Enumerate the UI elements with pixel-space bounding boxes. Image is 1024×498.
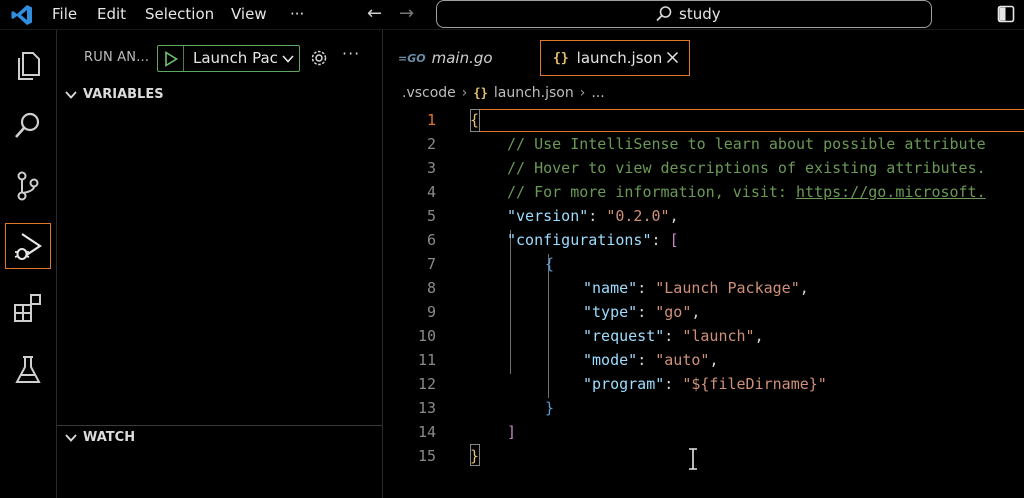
code-line: // For more information, visit: https://… bbox=[507, 183, 986, 201]
code-line: "type": "go", bbox=[583, 303, 701, 321]
search-text: study bbox=[679, 5, 721, 23]
search-icon bbox=[656, 6, 672, 22]
code-line: "program": "${fileDirname}" bbox=[583, 375, 827, 393]
editor-tabs: =GO main.go {} launch.json bbox=[384, 40, 1024, 76]
line-number: 8 bbox=[426, 279, 436, 297]
chevron-right-icon: › bbox=[461, 85, 468, 101]
run-and-debug-icon[interactable] bbox=[5, 223, 51, 269]
line-number: 12 bbox=[417, 375, 436, 393]
variables-section-header[interactable]: VARIABLES bbox=[65, 87, 164, 102]
line-number: 9 bbox=[426, 303, 436, 321]
tab-label: main.go bbox=[431, 49, 493, 67]
menu-file[interactable]: File bbox=[52, 5, 77, 23]
sidebar-title: RUN AN... bbox=[84, 50, 150, 65]
code-line: "mode": "auto", bbox=[583, 351, 719, 369]
chevron-right-icon: › bbox=[579, 85, 586, 101]
line-number: 14 bbox=[417, 423, 436, 441]
variables-label: VARIABLES bbox=[83, 87, 164, 102]
code-line: "configurations": [ bbox=[507, 231, 679, 249]
json-braces-icon: {} bbox=[473, 86, 488, 100]
chevron-down-icon bbox=[65, 90, 77, 99]
line-number: 15 bbox=[417, 447, 436, 465]
menu-view[interactable]: View bbox=[231, 5, 267, 23]
explorer-icon[interactable] bbox=[8, 45, 48, 85]
line-number: 10 bbox=[417, 327, 436, 345]
line-number: 11 bbox=[417, 351, 436, 369]
menu-selection[interactable]: Selection bbox=[145, 5, 214, 23]
section-divider bbox=[57, 425, 382, 426]
tab-main-go[interactable]: =GO main.go bbox=[392, 40, 532, 76]
start-debugging-icon[interactable] bbox=[164, 51, 178, 67]
line-number: 5 bbox=[426, 207, 436, 225]
title-bar: File Edit Selection View ··· ← → study bbox=[0, 0, 1024, 30]
code-link[interactable]: https://go.microsoft. bbox=[796, 183, 986, 201]
breadcrumb-tail[interactable]: ... bbox=[591, 85, 604, 101]
line-number: 2 bbox=[426, 135, 436, 153]
go-icon: =GO bbox=[398, 51, 426, 65]
menu-more[interactable]: ··· bbox=[290, 5, 304, 23]
search-view-icon[interactable] bbox=[8, 105, 48, 145]
source-control-icon[interactable] bbox=[8, 166, 48, 206]
current-line-highlight bbox=[470, 109, 1024, 132]
back-arrow-icon[interactable]: ← bbox=[367, 3, 382, 24]
breadcrumb: .vscode › {} launch.json ›... bbox=[402, 85, 605, 101]
line-number: 13 bbox=[417, 399, 436, 417]
command-center-search[interactable]: study bbox=[436, 0, 932, 28]
chevron-down-icon bbox=[282, 55, 294, 63]
tab-launch-json[interactable]: {} launch.json bbox=[540, 40, 690, 76]
more-actions-icon[interactable]: ··· bbox=[342, 44, 360, 63]
code-line: { bbox=[470, 111, 480, 129]
watch-section-header[interactable]: WATCH bbox=[65, 430, 135, 445]
code-line: // Hover to view descriptions of existin… bbox=[507, 159, 986, 177]
code-line: "version": "0.2.0", bbox=[507, 207, 679, 225]
breadcrumb-file[interactable]: launch.json bbox=[494, 85, 574, 101]
json-braces-icon: {} bbox=[553, 50, 569, 66]
forward-arrow-icon[interactable]: → bbox=[399, 3, 414, 24]
testing-flask-icon[interactable] bbox=[8, 350, 48, 390]
code-line: "request": "launch", bbox=[583, 327, 764, 345]
watch-label: WATCH bbox=[83, 430, 136, 445]
code-line: // Use IntelliSense to learn about possi… bbox=[507, 135, 986, 153]
line-number: 6 bbox=[426, 231, 436, 249]
line-number: 3 bbox=[426, 159, 436, 177]
extensions-icon[interactable] bbox=[8, 288, 48, 328]
tab-label: launch.json bbox=[576, 49, 663, 67]
gear-icon[interactable] bbox=[310, 49, 328, 67]
activity-bar bbox=[0, 30, 57, 498]
breadcrumb-folder[interactable]: .vscode bbox=[402, 85, 456, 101]
toggle-sidebar-icon[interactable] bbox=[997, 5, 1015, 23]
code-line: ] bbox=[507, 423, 517, 441]
code-line: "name": "Launch Package", bbox=[583, 279, 809, 297]
line-number: 7 bbox=[426, 255, 436, 273]
code-line: } bbox=[470, 447, 480, 465]
line-number: 1 bbox=[426, 111, 436, 129]
chevron-down-icon bbox=[65, 433, 77, 442]
editor-area: =GO main.go {} launch.json .vscode ›{} lau… bbox=[384, 30, 1024, 498]
vscode-logo-icon[interactable] bbox=[10, 3, 34, 27]
code-line: } bbox=[545, 399, 555, 417]
launch-config-select[interactable]: Launch Package bbox=[157, 45, 300, 72]
run-debug-sidebar: RUN AN... Launch Package ··· VARIABLES W… bbox=[57, 30, 383, 498]
line-number: 4 bbox=[426, 183, 436, 201]
close-icon[interactable] bbox=[666, 51, 679, 64]
code-line: { bbox=[545, 255, 555, 273]
menu-edit[interactable]: Edit bbox=[97, 5, 126, 23]
text-cursor-icon bbox=[689, 448, 697, 470]
launch-config-label: Launch Package bbox=[193, 49, 277, 67]
